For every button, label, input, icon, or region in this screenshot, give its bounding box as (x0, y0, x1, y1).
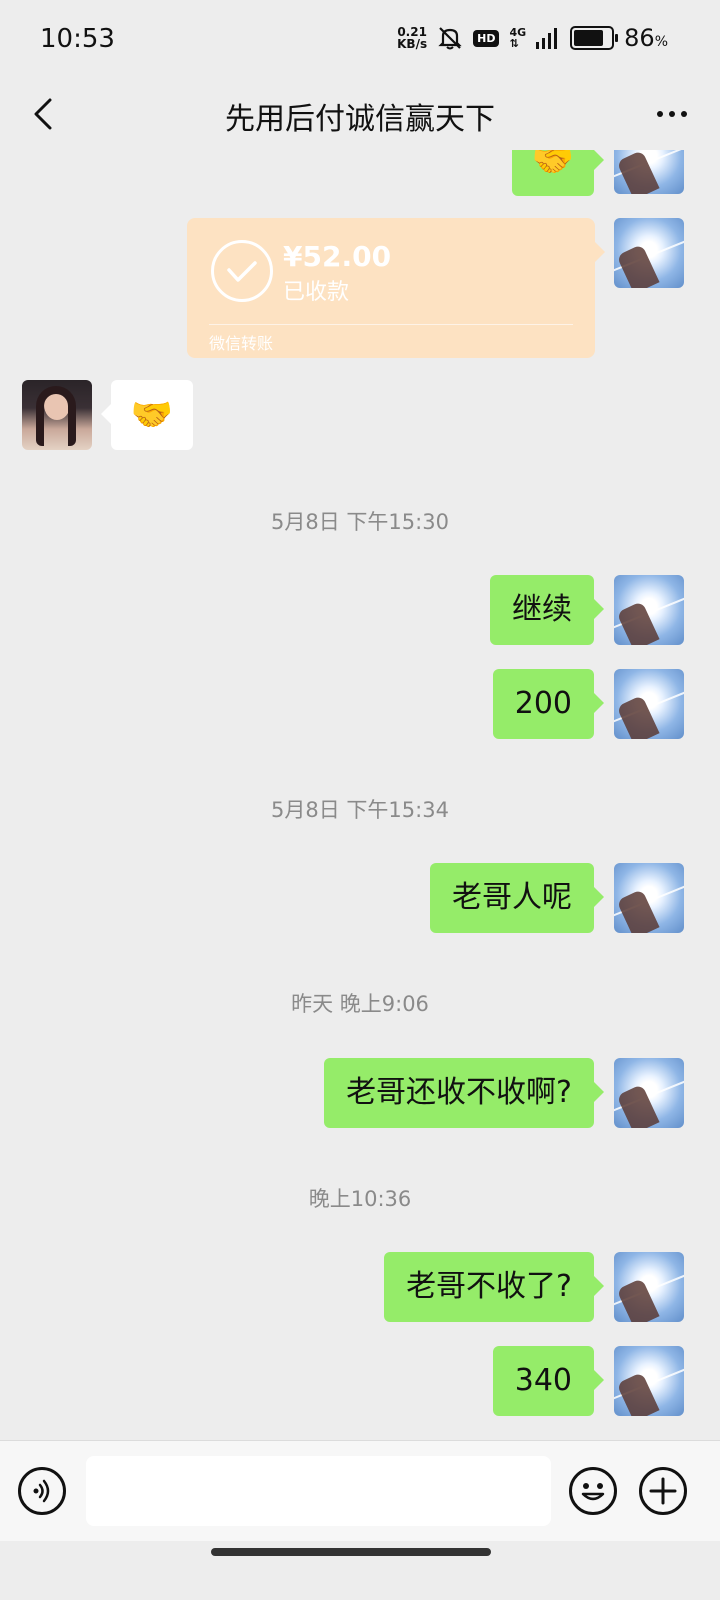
handshake-icon: 🤝 (130, 395, 174, 435)
voice-icon (33, 1479, 50, 1503)
my-avatar[interactable] (614, 1346, 684, 1416)
emoji-button[interactable] (569, 1467, 617, 1515)
timestamp: 昨天 晚上9:06 (291, 992, 429, 1016)
my-avatar[interactable] (614, 863, 684, 933)
status-bar: 10:53 0.21 KB/s HD 4G ⇅ 86% (0, 0, 720, 80)
timestamp: 5月8日 下午15:34 (271, 798, 449, 822)
input-bar (0, 1440, 720, 1541)
timestamp: 晚上10:36 (308, 1187, 412, 1211)
chat-messages[interactable]: 🤝 ¥52.00 已收款 微信转账 🤝 5月8日 下午15:30 继续 200 … (0, 150, 720, 1440)
signal-icon (536, 28, 558, 49)
my-avatar[interactable] (614, 1252, 684, 1322)
hd-badge: HD (473, 29, 500, 47)
message-bubble-sticker-incoming[interactable]: 🤝 (101, 380, 193, 450)
chat-header: 先用后付诚信赢天下 (0, 80, 720, 150)
my-avatar[interactable] (614, 575, 684, 645)
network-speed: 0.21 KB/s (397, 26, 427, 50)
chat-title: 先用后付诚信赢天下 (225, 102, 495, 137)
divider (209, 324, 573, 325)
handshake-icon: 🤝 (531, 150, 575, 181)
my-avatar[interactable] (614, 218, 684, 288)
my-avatar[interactable] (614, 1058, 684, 1128)
home-indicator[interactable] (211, 1548, 491, 1556)
message-bubble[interactable]: 340 (492, 1346, 605, 1416)
battery-percent-value: 86 (624, 24, 655, 52)
transfer-card[interactable]: ¥52.00 已收款 微信转账 (187, 218, 605, 358)
transfer-amount: ¥52.00 (283, 240, 392, 273)
message-bubble-sticker[interactable]: 🤝 (512, 150, 604, 196)
message-input[interactable] (86, 1456, 551, 1526)
more-options-icon[interactable] (652, 94, 692, 134)
mute-bell-icon (438, 27, 462, 50)
status-icons: 0.21 KB/s HD 4G ⇅ 86% (397, 24, 668, 52)
timestamp: 5月8日 下午15:30 (271, 510, 449, 534)
contact-avatar[interactable] (22, 380, 92, 450)
transfer-status: 已收款 (283, 280, 350, 305)
battery-percent: 86% (624, 24, 668, 52)
battery-icon (570, 26, 619, 50)
my-avatar[interactable] (614, 150, 684, 194)
message-bubble[interactable]: 老哥人呢 (430, 863, 604, 933)
message-bubble[interactable]: 继续 (490, 575, 604, 645)
status-time: 10:53 (40, 24, 115, 54)
message-bubble[interactable]: 200 (492, 669, 605, 739)
battery-percent-unit: % (654, 34, 668, 50)
message-bubble[interactable]: 老哥还收不收啊? (324, 1058, 604, 1128)
smiley-icon (581, 1483, 605, 1501)
voice-input-button[interactable] (18, 1467, 66, 1515)
transfer-label: 微信转账 (209, 334, 274, 353)
data-arrows-icon: ⇅ (509, 37, 519, 50)
more-functions-button[interactable] (639, 1467, 687, 1515)
check-circle-icon (211, 240, 273, 302)
my-avatar[interactable] (614, 669, 684, 739)
message-bubble[interactable]: 老哥不收了? (384, 1252, 604, 1322)
network-speed-unit: KB/s (397, 37, 428, 51)
network-type: 4G ⇅ (509, 27, 526, 49)
plus-icon (649, 1477, 677, 1505)
battery-fill (574, 30, 604, 46)
